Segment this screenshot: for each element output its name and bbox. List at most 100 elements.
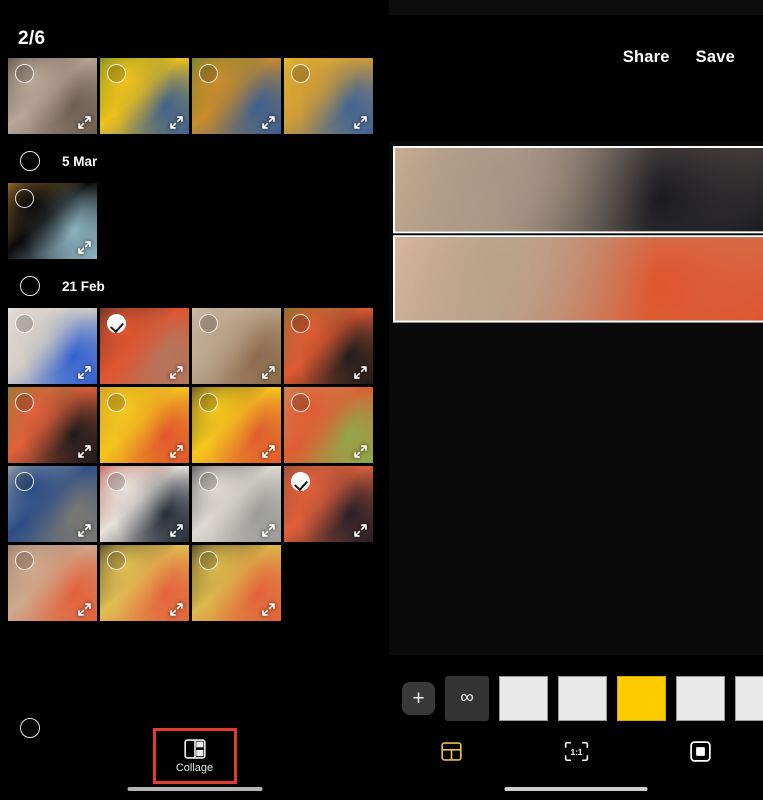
thumbnail-select-circle[interactable] (107, 64, 126, 83)
editor-bottom-bar: + ∞ 1:1 (389, 655, 763, 800)
editor-header: Share Save (389, 15, 763, 141)
collage-cell[interactable] (393, 235, 763, 323)
expand-icon[interactable] (77, 444, 92, 459)
expand-icon[interactable] (353, 365, 368, 380)
thumbnail-select-circle[interactable] (199, 64, 218, 83)
app-screen: 2/6 5 Mar 21 Feb Collage Share Save + ∞ … (0, 0, 763, 800)
expand-icon[interactable] (169, 523, 184, 538)
collage-button[interactable]: Collage (152, 728, 237, 784)
collage-editor-panel: Share Save + ∞ 1:1 (389, 0, 763, 800)
gallery-thumbnail[interactable] (8, 545, 97, 621)
expand-icon[interactable] (77, 365, 92, 380)
tab-ratio[interactable]: 1:1 (514, 741, 639, 762)
layout-two-rows[interactable] (617, 675, 666, 721)
gallery-thumbnail[interactable] (192, 308, 281, 384)
expand-icon[interactable] (353, 523, 368, 538)
save-button[interactable]: Save (696, 48, 735, 67)
date-section-header[interactable]: 21 Feb (0, 262, 389, 308)
share-button[interactable]: Share (623, 48, 670, 67)
layout-two-columns-wide[interactable] (676, 675, 725, 721)
thumbnail-select-circle[interactable] (15, 551, 34, 570)
thumbnail-select-circle[interactable] (107, 393, 126, 412)
thumbnail-select-circle[interactable] (15, 189, 34, 208)
collage-cell[interactable] (393, 146, 763, 234)
thumbnail-row (0, 466, 389, 542)
collage-grid-icon (441, 741, 462, 761)
gallery-thumbnail[interactable] (192, 58, 281, 134)
date-section-header[interactable]: 5 Mar (0, 137, 389, 183)
gallery-thumbnail[interactable] (8, 387, 97, 463)
expand-icon[interactable] (353, 444, 368, 459)
collage-canvas[interactable] (393, 146, 763, 325)
selection-counter: 2/6 (18, 28, 46, 49)
thumbnail-select-circle[interactable] (15, 64, 34, 83)
thumbnail-select-circle[interactable] (199, 551, 218, 570)
thumbnail-row (0, 545, 389, 621)
gallery-thumbnail[interactable] (284, 466, 373, 542)
add-photo-button[interactable]: + (402, 681, 435, 715)
gallery-thumbnail[interactable] (100, 545, 189, 621)
thumbnail-select-circle[interactable] (107, 472, 126, 491)
expand-icon[interactable] (169, 444, 184, 459)
gallery-thumbnail[interactable] (192, 545, 281, 621)
gallery-thumbnail[interactable] (192, 387, 281, 463)
thumbnail-row (0, 387, 389, 463)
thumbnail-select-circle[interactable] (15, 393, 34, 412)
thumbnail-select-circle[interactable] (199, 393, 218, 412)
layout-two-columns[interactable] (558, 675, 607, 721)
home-indicator-right (504, 787, 648, 791)
home-indicator-left (127, 787, 262, 791)
thumbnail-select-circle[interactable] (291, 314, 310, 333)
tab-border[interactable] (638, 740, 763, 762)
editor-tabbar: 1:1 (389, 730, 763, 772)
thumbnail-select-circle[interactable] (199, 314, 218, 333)
gallery-picker-panel: 2/6 5 Mar 21 Feb Collage (0, 0, 389, 800)
layout-top-strip[interactable] (735, 675, 763, 721)
gallery-thumbnail[interactable] (8, 466, 97, 542)
thumbnail-select-circle[interactable] (107, 551, 126, 570)
expand-icon[interactable] (169, 365, 184, 380)
expand-icon[interactable] (77, 115, 92, 130)
expand-icon[interactable] (261, 602, 276, 617)
thumbnail-select-circle[interactable] (291, 64, 310, 83)
thumbnail-selected-check[interactable] (107, 314, 126, 333)
gallery-thumbnail[interactable] (100, 58, 189, 134)
expand-icon[interactable] (261, 523, 276, 538)
gallery-thumbnail[interactable] (8, 183, 97, 259)
expand-icon[interactable] (77, 523, 92, 538)
expand-icon[interactable] (77, 602, 92, 617)
date-select-circle[interactable] (20, 151, 40, 171)
thumbnail-select-circle[interactable] (15, 472, 34, 491)
gallery-thumbnail[interactable] (284, 58, 373, 134)
gallery-thumbnail[interactable] (284, 308, 373, 384)
expand-icon[interactable] (77, 240, 92, 255)
collage-button-label: Collage (175, 761, 214, 774)
expand-icon[interactable] (353, 115, 368, 130)
thumbnail-selected-check[interactable] (291, 472, 310, 491)
gallery-thumbnail[interactable] (192, 466, 281, 542)
expand-icon[interactable] (169, 115, 184, 130)
next-date-select-circle[interactable] (20, 718, 40, 738)
gallery-thumbnail[interactable] (8, 58, 97, 134)
thumbnail-row (0, 183, 389, 259)
gallery-thumbnail[interactable] (100, 387, 189, 463)
gallery-thumbnail[interactable] (100, 308, 189, 384)
freeform-layout-button[interactable]: ∞ (445, 675, 489, 721)
collage-photo (394, 237, 763, 321)
expand-icon[interactable] (261, 115, 276, 130)
thumbnail-select-circle[interactable] (291, 393, 310, 412)
collage-photo (394, 147, 763, 232)
date-label: 5 Mar (62, 153, 98, 169)
layout-l-shape[interactable] (499, 675, 548, 721)
gallery-thumbnail[interactable] (8, 308, 97, 384)
thumbnail-select-circle[interactable] (15, 314, 34, 333)
date-select-circle[interactable] (20, 276, 40, 296)
layout-template-strip[interactable]: + ∞ (389, 655, 763, 725)
expand-icon[interactable] (169, 602, 184, 617)
gallery-thumbnail[interactable] (100, 466, 189, 542)
expand-icon[interactable] (261, 444, 276, 459)
expand-icon[interactable] (261, 365, 276, 380)
tab-layout[interactable] (389, 741, 514, 761)
thumbnail-select-circle[interactable] (199, 472, 218, 491)
gallery-thumbnail[interactable] (284, 387, 373, 463)
